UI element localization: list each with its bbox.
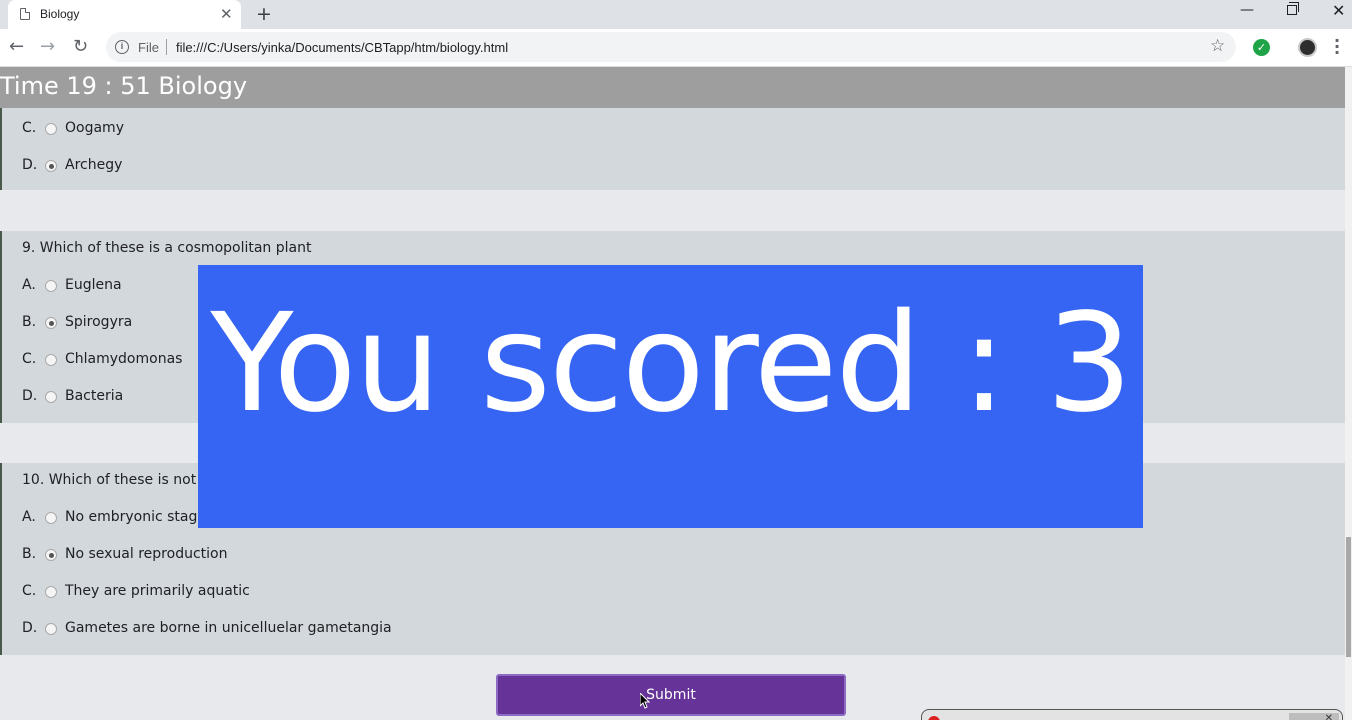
radio-button[interactable] bbox=[45, 280, 57, 292]
option-label: No sexual reproduction bbox=[65, 546, 228, 562]
option-letter: C. bbox=[22, 583, 37, 599]
option-label: Archegy bbox=[65, 157, 123, 173]
option-label: They are primarily aquatic bbox=[65, 583, 250, 599]
new-tab-icon[interactable]: + bbox=[256, 3, 272, 25]
info-icon[interactable]: i bbox=[115, 40, 129, 54]
option-letter: A. bbox=[22, 277, 36, 293]
close-tab-icon[interactable]: ✕ bbox=[220, 5, 233, 23]
menu-dots-icon[interactable]: · · · bbox=[1334, 33, 1340, 61]
bookmark-star-icon[interactable]: ☆ bbox=[1210, 36, 1225, 56]
popup-close-icon[interactable]: ✕ bbox=[1289, 713, 1339, 720]
score-text: You scored : 3 bbox=[210, 285, 1132, 443]
option-label: Spirogyra bbox=[65, 314, 133, 330]
timer-label: Time 19 : 51 Biology bbox=[0, 72, 248, 100]
question-text: 9. Which of these is a cosmopolitan plan… bbox=[22, 240, 312, 256]
profile-avatar[interactable] bbox=[1298, 38, 1317, 57]
record-icon bbox=[928, 716, 940, 720]
minimize-icon[interactable]: — bbox=[1240, 2, 1254, 18]
quiz-header: Time 19 : 51 Biology bbox=[0, 67, 1345, 108]
tab-strip: Biology ✕ + — ✕ bbox=[0, 0, 1352, 29]
option-label: Euglena bbox=[65, 277, 122, 293]
restore-icon[interactable] bbox=[1287, 2, 1299, 15]
option-letter: D. bbox=[22, 157, 38, 173]
radio-button[interactable] bbox=[45, 586, 57, 598]
submit-button[interactable]: Submit bbox=[496, 674, 846, 716]
radio-button[interactable] bbox=[45, 317, 57, 329]
option-letter: A. bbox=[22, 509, 36, 525]
reload-icon[interactable]: ↻ bbox=[73, 36, 88, 57]
option-label: No embryonic stag bbox=[65, 509, 198, 525]
option-letter: B. bbox=[22, 314, 37, 330]
page-icon bbox=[20, 8, 30, 20]
question-text: 10. Which of these is not bbox=[22, 472, 197, 488]
window-close-icon[interactable]: ✕ bbox=[1332, 1, 1345, 20]
question-card-8: C. Oogamy D. Archegy bbox=[0, 108, 1345, 190]
radio-button[interactable] bbox=[45, 623, 57, 635]
back-icon[interactable]: ← bbox=[9, 36, 24, 57]
file-chip: File bbox=[138, 40, 159, 55]
radio-button[interactable] bbox=[45, 512, 57, 524]
url-text[interactable]: file:///C:/Users/yinka/Documents/CBTapp/… bbox=[176, 40, 508, 55]
option-letter: D. bbox=[22, 620, 38, 636]
scrollbar-thumb[interactable] bbox=[1346, 537, 1351, 657]
radio-button[interactable] bbox=[45, 391, 57, 403]
radio-button[interactable] bbox=[45, 160, 57, 172]
radio-button[interactable] bbox=[45, 354, 57, 366]
option-label: Bacteria bbox=[65, 388, 124, 404]
option-letter: B. bbox=[22, 546, 37, 562]
option-label: Oogamy bbox=[65, 120, 124, 136]
tab-biology[interactable]: Biology ✕ bbox=[8, 0, 241, 29]
option-label: Chlamydomonas bbox=[65, 351, 183, 367]
score-overlay: You scored : 3 bbox=[198, 265, 1143, 528]
option-letter: C. bbox=[22, 351, 37, 367]
forward-icon[interactable]: → bbox=[40, 36, 55, 57]
option-label: Gametes are borne in unicelluelar gameta… bbox=[65, 620, 392, 636]
extension-check-icon[interactable]: ✓ bbox=[1253, 39, 1270, 56]
page-content: Time 19 : 51 Biology C. Oogamy D. Archeg… bbox=[0, 67, 1345, 720]
option-letter: D. bbox=[22, 388, 38, 404]
address-bar[interactable]: i File file:///C:/Users/yinka/Documents/… bbox=[106, 32, 1236, 62]
page-scrollbar[interactable] bbox=[1345, 67, 1352, 720]
radio-button[interactable] bbox=[45, 123, 57, 135]
browser-toolbar: ← → ↻ i File file:///C:/Users/yinka/Docu… bbox=[0, 29, 1352, 67]
mouse-cursor-icon bbox=[640, 693, 650, 709]
divider bbox=[166, 39, 167, 55]
tab-title: Biology bbox=[40, 7, 80, 21]
recording-popup[interactable]: ✕ bbox=[921, 709, 1343, 720]
radio-button[interactable] bbox=[45, 549, 57, 561]
option-letter: C. bbox=[22, 120, 37, 136]
